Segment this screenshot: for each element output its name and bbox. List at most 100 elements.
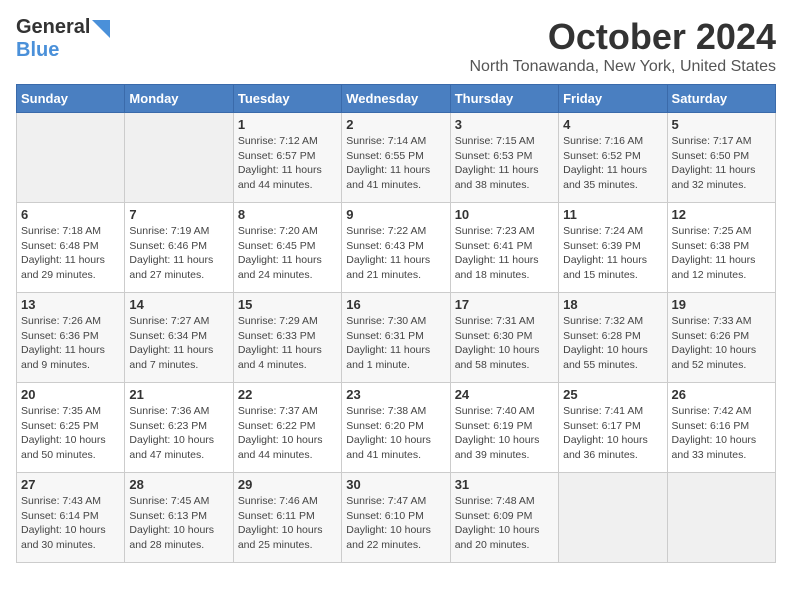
calendar-body: 1Sunrise: 7:12 AMSunset: 6:57 PMDaylight…: [17, 113, 776, 563]
day-number: 14: [129, 297, 228, 312]
day-info: Sunrise: 7:29 AMSunset: 6:33 PMDaylight:…: [238, 314, 337, 373]
day-number: 30: [346, 477, 445, 492]
calendar-cell: 16 Sunrise: 7:30 AMSunset: 6:31 PMDayligh…: [342, 293, 450, 383]
day-number: 9: [346, 207, 445, 222]
calendar-week-row: 6Sunrise: 7:18 AMSunset: 6:48 PMDaylight…: [17, 203, 776, 293]
calendar-week-row: 13 Sunrise: 7:26 AMSunset: 6:36 PMDayligh…: [17, 293, 776, 383]
day-info: Sunrise: 7:31 AMSunset: 6:30 PMDaylight:…: [455, 314, 554, 373]
day-info: Sunrise: 7:27 AMSunset: 6:34 PMDaylight:…: [129, 314, 228, 373]
day-info: Sunrise: 7:45 AMSunset: 6:13 PMDaylight:…: [129, 494, 228, 553]
day-of-week-header: Friday: [559, 85, 667, 113]
day-info: Sunrise: 7:43 AMSunset: 6:14 PMDaylight:…: [21, 494, 120, 553]
day-info: Sunrise: 7:40 AMSunset: 6:19 PMDaylight:…: [455, 404, 554, 463]
calendar-cell: 31 Sunrise: 7:48 AMSunset: 6:09 PMDayligh…: [450, 473, 558, 563]
calendar-cell: 14 Sunrise: 7:27 AMSunset: 6:34 PMDayligh…: [125, 293, 233, 383]
day-number: 20: [21, 387, 120, 402]
day-number: 31: [455, 477, 554, 492]
day-of-week-header: Sunday: [17, 85, 125, 113]
day-number: 13: [21, 297, 120, 312]
day-number: 5: [672, 117, 771, 132]
calendar-cell: 4Sunrise: 7:16 AMSunset: 6:52 PMDaylight…: [559, 113, 667, 203]
day-info: Sunrise: 7:32 AMSunset: 6:28 PMDaylight:…: [563, 314, 662, 373]
day-number: 15: [238, 297, 337, 312]
day-of-week-header: Saturday: [667, 85, 775, 113]
day-info: Sunrise: 7:35 AMSunset: 6:25 PMDaylight:…: [21, 404, 120, 463]
calendar-header: SundayMondayTuesdayWednesdayThursdayFrid…: [17, 85, 776, 113]
day-number: 26: [672, 387, 771, 402]
day-number: 2: [346, 117, 445, 132]
day-of-week-header: Tuesday: [233, 85, 341, 113]
day-number: 24: [455, 387, 554, 402]
calendar-cell: [559, 473, 667, 563]
calendar-cell: 29Sunrise: 7:46 AMSunset: 6:11 PMDayligh…: [233, 473, 341, 563]
calendar-cell: 11Sunrise: 7:24 AMSunset: 6:39 PMDayligh…: [559, 203, 667, 293]
calendar-cell: 15 Sunrise: 7:29 AMSunset: 6:33 PMDayligh…: [233, 293, 341, 383]
day-info: Sunrise: 7:15 AMSunset: 6:53 PMDaylight:…: [455, 134, 554, 193]
location-title: North Tonawanda, New York, United States: [469, 58, 776, 76]
calendar-week-row: 27 Sunrise: 7:43 AMSunset: 6:14 PMDayligh…: [17, 473, 776, 563]
day-of-week-header: Monday: [125, 85, 233, 113]
day-info: Sunrise: 7:37 AMSunset: 6:22 PMDaylight:…: [238, 404, 337, 463]
day-info: Sunrise: 7:46 AMSunset: 6:11 PMDaylight:…: [238, 494, 337, 553]
day-number: 8: [238, 207, 337, 222]
day-number: 19: [672, 297, 771, 312]
day-info: Sunrise: 7:38 AMSunset: 6:20 PMDaylight:…: [346, 404, 445, 463]
calendar-cell: 9 Sunrise: 7:22 AMSunset: 6:43 PMDaylight…: [342, 203, 450, 293]
logo-blue-text: Blue: [16, 39, 59, 61]
title-block: October 2024 North Tonawanda, New York, …: [469, 16, 776, 76]
calendar-cell: [17, 113, 125, 203]
calendar-table: SundayMondayTuesdayWednesdayThursdayFrid…: [16, 84, 776, 563]
day-info: Sunrise: 7:42 AMSunset: 6:16 PMDaylight:…: [672, 404, 771, 463]
logo: General Blue: [16, 16, 110, 62]
day-info: Sunrise: 7:30 AMSunset: 6:31 PMDaylight:…: [346, 314, 445, 373]
day-number: 23: [346, 387, 445, 402]
day-number: 11: [563, 207, 662, 222]
calendar-cell: 30 Sunrise: 7:47 AMSunset: 6:10 PMDayligh…: [342, 473, 450, 563]
calendar-cell: 10 Sunrise: 7:23 AMSunset: 6:41 PMDayligh…: [450, 203, 558, 293]
day-info: Sunrise: 7:14 AMSunset: 6:55 PMDaylight:…: [346, 134, 445, 193]
day-info: Sunrise: 7:20 AMSunset: 6:45 PMDaylight:…: [238, 224, 337, 283]
days-of-week-row: SundayMondayTuesdayWednesdayThursdayFrid…: [17, 85, 776, 113]
day-info: Sunrise: 7:25 AMSunset: 6:38 PMDaylight:…: [672, 224, 771, 283]
calendar-cell: 3 Sunrise: 7:15 AMSunset: 6:53 PMDaylight…: [450, 113, 558, 203]
logo-arrow-icon: [92, 20, 110, 38]
day-number: 27: [21, 477, 120, 492]
calendar-cell: 12 Sunrise: 7:25 AMSunset: 6:38 PMDayligh…: [667, 203, 775, 293]
day-of-week-header: Wednesday: [342, 85, 450, 113]
calendar-cell: 18Sunrise: 7:32 AMSunset: 6:28 PMDayligh…: [559, 293, 667, 383]
day-info: Sunrise: 7:47 AMSunset: 6:10 PMDaylight:…: [346, 494, 445, 553]
day-number: 25: [563, 387, 662, 402]
calendar-cell: 1Sunrise: 7:12 AMSunset: 6:57 PMDaylight…: [233, 113, 341, 203]
calendar-cell: 21Sunrise: 7:36 AMSunset: 6:23 PMDayligh…: [125, 383, 233, 473]
calendar-week-row: 1Sunrise: 7:12 AMSunset: 6:57 PMDaylight…: [17, 113, 776, 203]
calendar-cell: 5 Sunrise: 7:17 AMSunset: 6:50 PMDaylight…: [667, 113, 775, 203]
day-number: 10: [455, 207, 554, 222]
calendar-cell: 25 Sunrise: 7:41 AMSunset: 6:17 PMDayligh…: [559, 383, 667, 473]
calendar-cell: [667, 473, 775, 563]
calendar-cell: 7Sunrise: 7:19 AMSunset: 6:46 PMDaylight…: [125, 203, 233, 293]
day-info: Sunrise: 7:17 AMSunset: 6:50 PMDaylight:…: [672, 134, 771, 193]
day-number: 28: [129, 477, 228, 492]
day-number: 16: [346, 297, 445, 312]
day-number: 3: [455, 117, 554, 132]
day-info: Sunrise: 7:26 AMSunset: 6:36 PMDaylight:…: [21, 314, 120, 373]
day-info: Sunrise: 7:19 AMSunset: 6:46 PMDaylight:…: [129, 224, 228, 283]
day-info: Sunrise: 7:23 AMSunset: 6:41 PMDaylight:…: [455, 224, 554, 283]
calendar-cell: 6Sunrise: 7:18 AMSunset: 6:48 PMDaylight…: [17, 203, 125, 293]
calendar-cell: 26 Sunrise: 7:42 AMSunset: 6:16 PMDayligh…: [667, 383, 775, 473]
calendar-cell: 20 Sunrise: 7:35 AMSunset: 6:25 PMDayligh…: [17, 383, 125, 473]
day-info: Sunrise: 7:22 AMSunset: 6:43 PMDaylight:…: [346, 224, 445, 283]
calendar-cell: 28 Sunrise: 7:45 AMSunset: 6:13 PMDayligh…: [125, 473, 233, 563]
day-number: 12: [672, 207, 771, 222]
calendar-cell: 2 Sunrise: 7:14 AMSunset: 6:55 PMDaylight…: [342, 113, 450, 203]
calendar-cell: 13 Sunrise: 7:26 AMSunset: 6:36 PMDayligh…: [17, 293, 125, 383]
day-info: Sunrise: 7:41 AMSunset: 6:17 PMDaylight:…: [563, 404, 662, 463]
day-number: 1: [238, 117, 337, 132]
day-info: Sunrise: 7:48 AMSunset: 6:09 PMDaylight:…: [455, 494, 554, 553]
day-number: 17: [455, 297, 554, 312]
day-number: 6: [21, 207, 120, 222]
calendar-cell: 8 Sunrise: 7:20 AMSunset: 6:45 PMDaylight…: [233, 203, 341, 293]
logo-general-text: General: [16, 16, 90, 39]
day-info: Sunrise: 7:36 AMSunset: 6:23 PMDaylight:…: [129, 404, 228, 463]
calendar-week-row: 20 Sunrise: 7:35 AMSunset: 6:25 PMDayligh…: [17, 383, 776, 473]
